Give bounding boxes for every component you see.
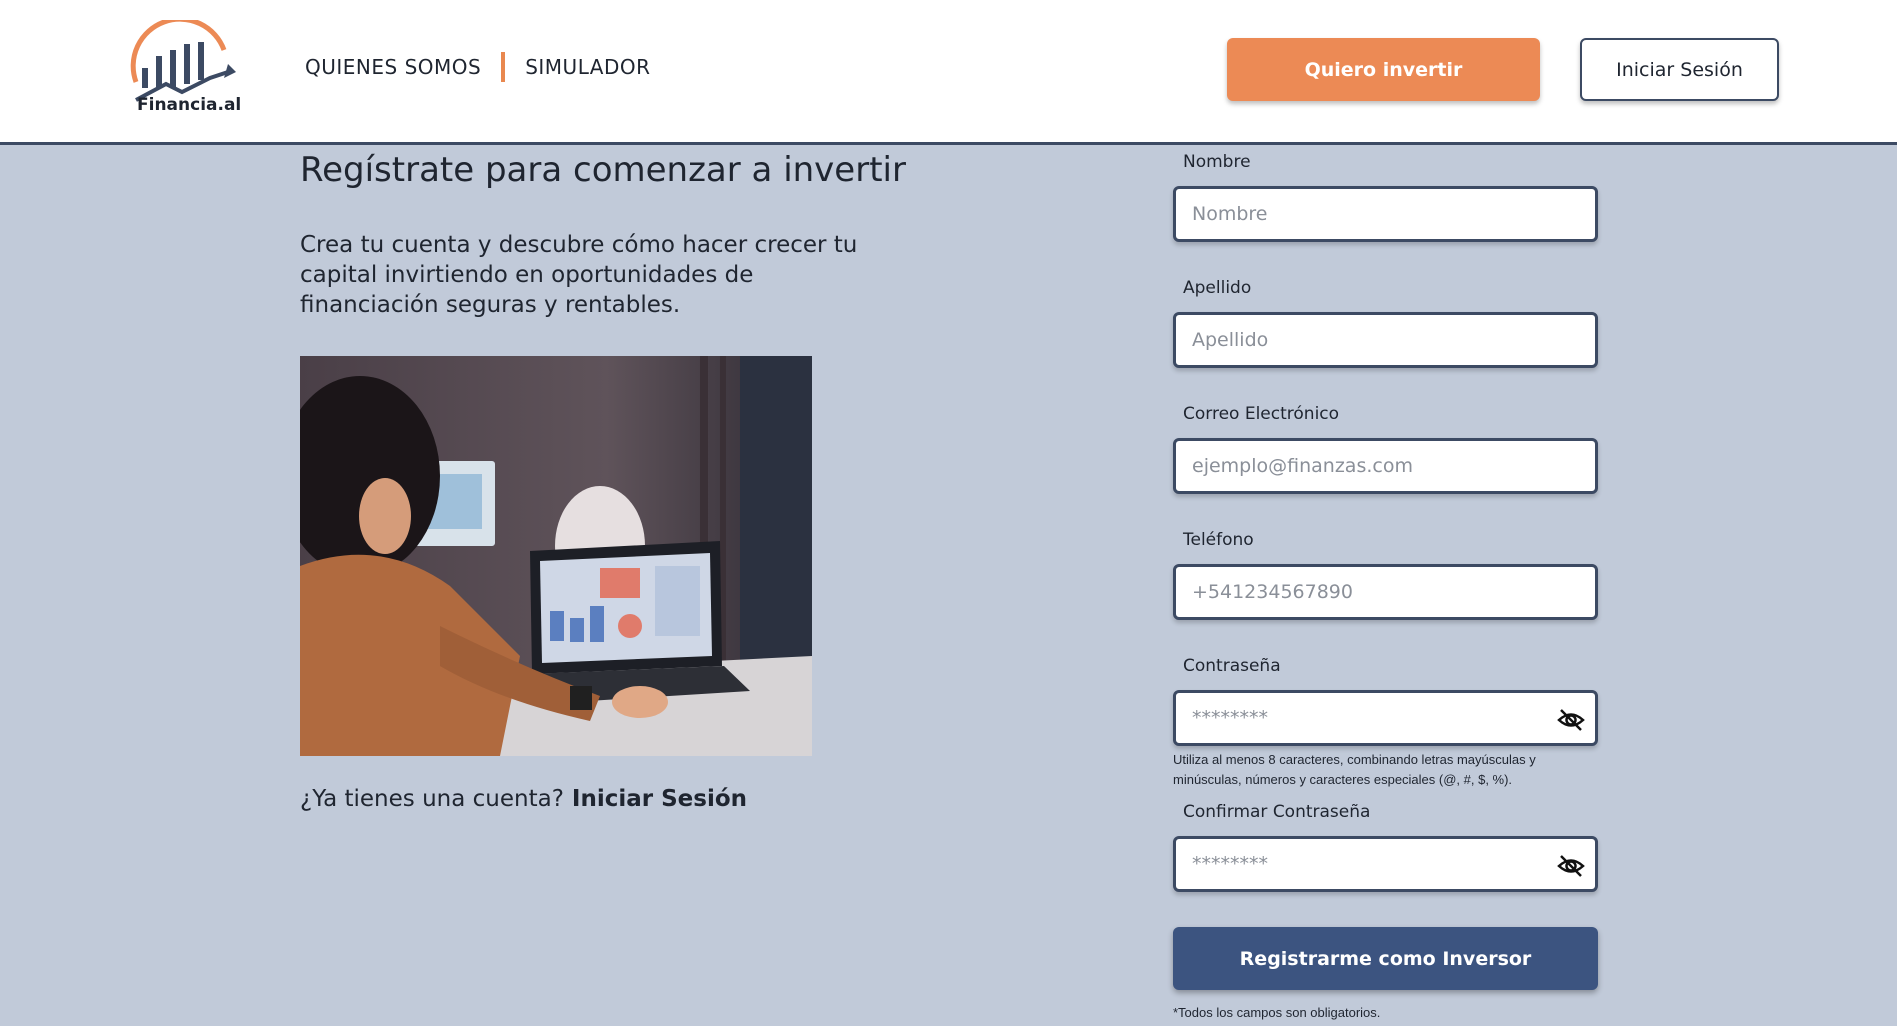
telefono-input[interactable] (1173, 564, 1598, 620)
login-link[interactable]: Iniciar Sesión (572, 786, 747, 812)
account-prompt: ¿Ya tienes una cuenta? Iniciar Sesión (300, 786, 747, 812)
nombre-label: Nombre (1183, 152, 1251, 172)
nombre-input[interactable] (1173, 186, 1598, 242)
logo-text: Financia.al (137, 95, 242, 115)
email-label: Correo Electrónico (1183, 404, 1340, 424)
page-title: Regístrate para comenzar a invertir (300, 150, 906, 190)
header: Financia.al QUIENES SOMOS SIMULADOR Quie… (0, 0, 1897, 145)
password-input[interactable] (1173, 690, 1598, 746)
nav-quienes-somos[interactable]: QUIENES SOMOS (305, 55, 481, 79)
register-button[interactable]: Registrarme como Inversor (1173, 927, 1598, 990)
required-note: *Todos los campos son obligatorios. (1173, 1005, 1381, 1020)
password-label: Contraseña (1183, 656, 1281, 676)
confirm-password-label: Confirmar Contraseña (1183, 802, 1371, 822)
telefono-label: Teléfono (1183, 530, 1254, 550)
nav-divider (501, 52, 506, 82)
apellido-label: Apellido (1183, 278, 1252, 298)
invest-button[interactable]: Quiero invertir (1227, 38, 1540, 101)
hero-photo (300, 356, 812, 756)
eye-slash-icon[interactable] (1556, 851, 1586, 881)
apellido-input[interactable] (1173, 312, 1598, 368)
page-subtitle: Crea tu cuenta y descubre cómo hacer cre… (300, 232, 858, 318)
account-question: ¿Ya tienes una cuenta? (300, 786, 564, 812)
confirm-password-input[interactable] (1173, 836, 1598, 892)
password-hint: Utiliza al menos 8 caracteres, combinand… (1173, 752, 1536, 787)
main-nav: QUIENES SOMOS SIMULADOR (305, 52, 651, 82)
nav-simulador[interactable]: SIMULADOR (525, 55, 650, 79)
hero-illustration (300, 356, 812, 756)
eye-slash-icon[interactable] (1556, 705, 1586, 735)
email-input[interactable] (1173, 438, 1598, 494)
login-button[interactable]: Iniciar Sesión (1580, 38, 1779, 101)
